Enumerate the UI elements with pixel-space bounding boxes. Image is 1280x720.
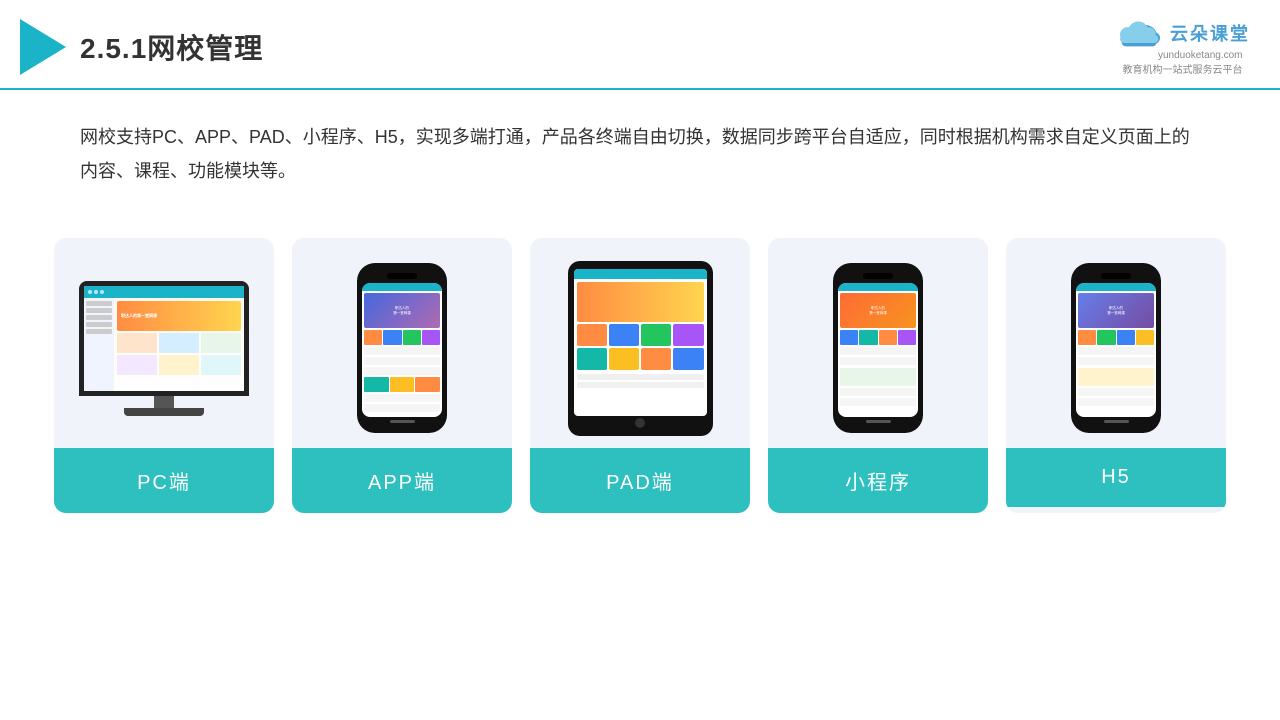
phone-home-indicator-h5 [1104,420,1129,423]
tablet-mockup [568,261,713,436]
card-h5-image: 职达人的第一堂网课 [1006,238,1226,448]
card-pc: 职达人的第一堂网课 [54,238,274,513]
card-app: 职达人的第一堂网课 [292,238,512,513]
phone-notch [387,273,417,279]
screen-banner: 职达人的第一堂网课 [117,301,241,331]
page-title: 2.5.1网校管理 [80,27,263,67]
card-pc-image: 职达人的第一堂网课 [54,238,274,448]
screen-top-bar [84,286,244,298]
phone-banner-miniapp: 职达人的第一堂网课 [840,293,916,328]
monitor-neck [154,396,174,408]
phone-grid [364,330,440,345]
phone-mockup-h5: 职达人的第一堂网课 [1071,263,1161,433]
brand-name: 云朵课堂 [1170,20,1250,46]
monitor-frame: 职达人的第一堂网课 [79,281,249,396]
monitor-screen: 职达人的第一堂网课 [84,286,244,391]
card-miniapp-label: 小程序 [768,448,988,513]
card-pad: PAD端 [530,238,750,513]
cloud-logo: 云朵课堂 yunduoketang.com 教育机构一站式服务云平台 [1115,18,1250,76]
phone-home-indicator-miniapp [866,420,891,423]
phone-banner-h5: 职达人的第一堂网课 [1078,293,1154,328]
phone-mockup-app: 职达人的第一堂网课 [357,263,447,433]
phone-mockup-miniapp: 职达人的第一堂网课 [833,263,923,433]
phone-notch-h5 [1101,273,1131,279]
phone-content-h5: 职达人的第一堂网课 [1076,291,1156,417]
header-right: 云朵课堂 yunduoketang.com 教育机构一站式服务云平台 [1115,18,1250,76]
phone-content: 职达人的第一堂网课 [362,291,442,417]
card-app-image: 职达人的第一堂网课 [292,238,512,448]
card-h5-label: H5 [1006,448,1226,507]
card-pc-label: PC端 [54,448,274,513]
brand-tagline: yunduoketang.com 教育机构一站式服务云平台 [1123,50,1243,76]
card-pad-image [530,238,750,448]
brand-triangle-icon [20,19,66,75]
phone-screen-miniapp: 职达人的第一堂网课 [838,283,918,417]
card-pad-label: PAD端 [530,448,750,513]
header: 2.5.1网校管理 云朵课堂 yunduoketang.com 教育机构一站 [0,0,1280,90]
phone-status-bar [362,283,442,291]
card-h5: 职达人的第一堂网课 [1006,238,1226,513]
phone-notch-miniapp [863,273,893,279]
pc-mockup: 职达人的第一堂网课 [79,281,249,416]
description-text: 网校支持PC、APP、PAD、小程序、H5，实现多端打通，产品各终端自由切换，数… [0,90,1280,198]
card-app-label: APP端 [292,448,512,513]
screen-main: 职达人的第一堂网课 [114,298,244,391]
cloud-icon [1115,18,1165,48]
phone-screen-app: 职达人的第一堂网课 [362,283,442,417]
phone-status-bar-h5 [1076,283,1156,291]
tablet-status-bar [574,269,707,279]
screen-content: 职达人的第一堂网课 [84,298,244,391]
monitor-base [124,408,204,416]
tablet-content [574,279,707,416]
tablet-grid-2 [577,348,704,370]
tablet-screen [574,269,707,416]
tablet-banner [577,282,704,322]
header-left: 2.5.1网校管理 [20,19,263,75]
card-miniapp: 职达人的第一堂网课 [768,238,988,513]
platform-cards: 职达人的第一堂网课 [0,208,1280,513]
phone-home-indicator [390,420,415,423]
phone-screen-h5: 职达人的第一堂网课 [1076,283,1156,417]
tablet-home-btn [635,418,645,428]
phone-banner: 职达人的第一堂网课 [364,293,440,328]
screen-sidebar [84,298,114,391]
phone-content-miniapp: 职达人的第一堂网课 [838,291,918,417]
tablet-grid-1 [577,324,704,346]
cloud-icon-wrap: 云朵课堂 [1115,18,1250,48]
phone-status-bar-miniapp [838,283,918,291]
card-miniapp-image: 职达人的第一堂网课 [768,238,988,448]
